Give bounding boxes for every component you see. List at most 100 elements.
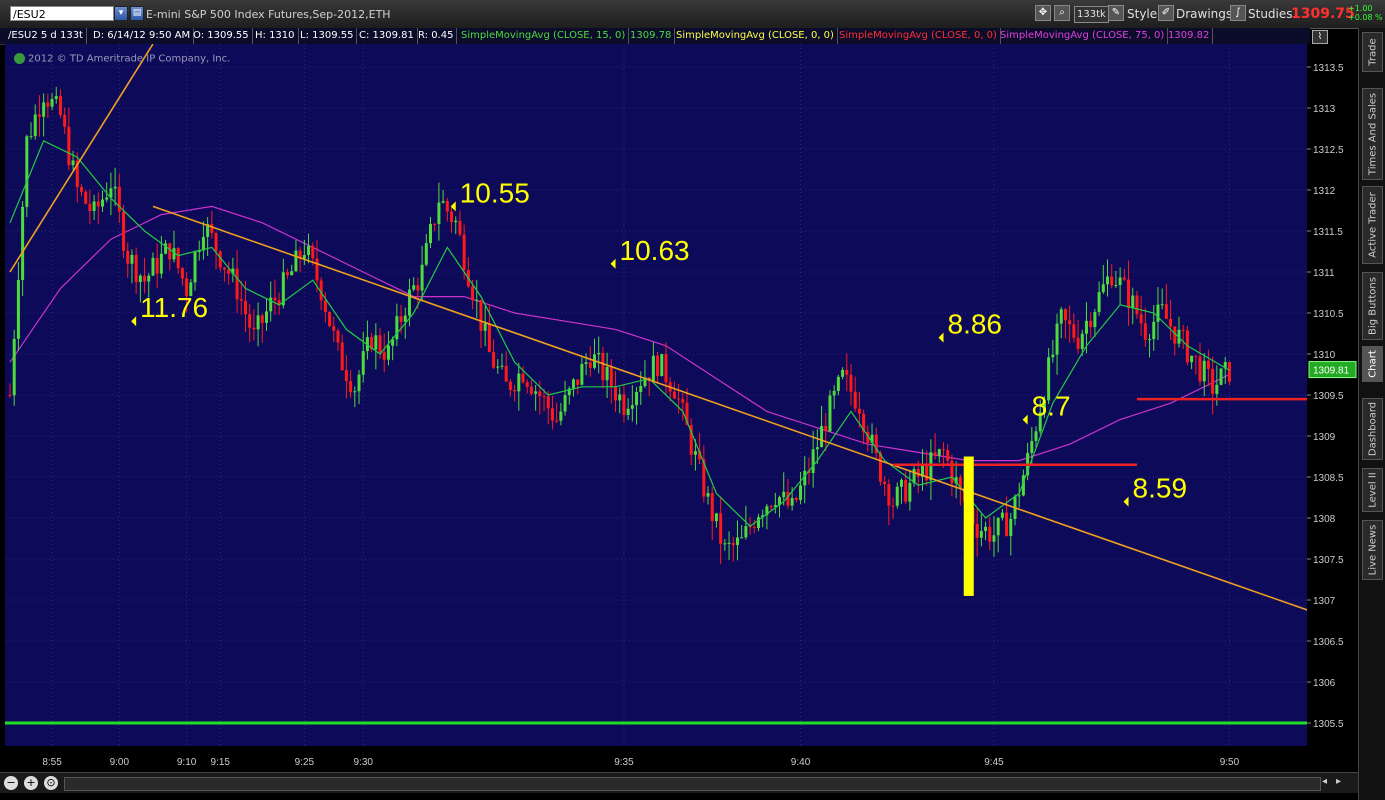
time-tick-label: 9:10 (177, 757, 197, 768)
time-tick-label: 9:35 (614, 757, 634, 768)
candle-body (559, 411, 563, 421)
candle-body (475, 299, 479, 301)
candle-body (1131, 295, 1135, 309)
candle-body (151, 257, 155, 276)
sidebar-tab-chart[interactable]: Chart (1362, 346, 1383, 382)
trendline-up (9, 44, 154, 273)
candle-body (836, 376, 840, 391)
candle-body (727, 542, 731, 544)
annotation-label: 10.55 (460, 177, 530, 208)
candle-body (1206, 360, 1210, 369)
annotation-label: 8.59 (1133, 473, 1188, 504)
candle-body (79, 187, 83, 192)
candle-body (693, 451, 697, 455)
candle-body (1101, 284, 1105, 293)
sidebar-tab-active-trader[interactable]: Active Trader (1362, 186, 1383, 264)
candle-body (1089, 320, 1093, 328)
candle-body (546, 396, 550, 409)
candle-body (740, 537, 744, 539)
candle-body (344, 370, 348, 382)
candle-body (210, 224, 214, 233)
candle-body (462, 234, 466, 270)
price-tick-label: 1313.5 (1313, 63, 1344, 74)
time-tick-label: 9:15 (211, 757, 231, 768)
sidebar-tab-dashboard[interactable]: Dashboard (1362, 398, 1383, 460)
sidebar-tab-times-and-sales[interactable]: Times And Sales (1362, 88, 1383, 180)
candle-body (937, 449, 941, 456)
candle-body (294, 250, 298, 272)
candle-body (63, 114, 67, 127)
candle-body (992, 535, 996, 542)
candle-body (134, 254, 138, 283)
candle-body (601, 352, 605, 381)
sidebar-tab-live-news[interactable]: Live News (1362, 520, 1383, 580)
candle-body (407, 289, 411, 316)
candle-body (67, 126, 71, 166)
candle-body (1072, 324, 1076, 338)
candle-body (513, 390, 517, 392)
annotation-arrow-icon (131, 316, 137, 327)
candle-body (664, 354, 668, 383)
sidebar-tab-big-buttons[interactable]: Big Buttons (1362, 272, 1383, 340)
time-tick-label: 9:40 (791, 757, 811, 768)
candle-body (790, 498, 794, 506)
sidebar-tab-level-ii[interactable]: Level II (1362, 468, 1383, 512)
candle-body (651, 355, 655, 381)
candle-body (1034, 431, 1038, 441)
candle-body (656, 355, 660, 377)
candle-body (307, 245, 311, 256)
candle-body (458, 220, 462, 235)
price-tick-label: 1311.5 (1313, 227, 1343, 238)
candle-body (639, 386, 643, 392)
highlight-bar (963, 456, 974, 596)
drawings-layer (5, 44, 1307, 725)
candle-body (378, 335, 382, 353)
candle-body (214, 232, 218, 252)
candle-body (1059, 309, 1063, 324)
copyright-notice: 2012 © TD Ameritrade IP Company, Inc. (14, 53, 230, 65)
candle-body (492, 351, 496, 368)
candle-body (12, 338, 16, 396)
chart-scrollbar[interactable]: − + ⊙ ◂ ▸ (0, 772, 1358, 793)
candle-body (88, 203, 92, 211)
candle-body (239, 299, 243, 301)
candle-body (1068, 320, 1072, 325)
zoom-in-icon[interactable]: + (24, 776, 38, 790)
candle-body (58, 96, 62, 115)
price-chart[interactable]: 11.7610.5510.638.868.78.59 1305.51306130… (0, 0, 1358, 772)
zoom-reset-icon[interactable]: ⊙ (44, 776, 58, 790)
candle-body (1106, 276, 1110, 285)
candle-body (168, 243, 172, 260)
candle-body (824, 425, 828, 432)
price-tick-label: 1312 (1313, 186, 1336, 197)
candle-body (105, 197, 109, 200)
sidebar-tab-label: Big Buttons (1367, 277, 1378, 335)
scroll-right-icon[interactable]: ▸ (1336, 776, 1348, 790)
zoom-out-icon[interactable]: − (4, 776, 18, 790)
price-axis-ticks: 1305.5 1306 1306.5 1307 1307.5 1308 1308.5 1309… (1307, 63, 1357, 730)
time-tick-label: 9:50 (1220, 757, 1240, 768)
candle-body (508, 381, 512, 391)
candle-body (357, 374, 361, 392)
candle-body (437, 202, 441, 224)
candle-body (891, 505, 895, 507)
candle-body (521, 373, 525, 383)
time-tick-label: 9:30 (353, 757, 373, 768)
scroll-left-icon[interactable]: ◂ (1322, 776, 1334, 790)
candle-body (1152, 321, 1156, 340)
price-tick-label: 1305.5 (1313, 719, 1344, 730)
candle-body (1148, 339, 1152, 341)
candle-body (782, 491, 786, 498)
scroll-track[interactable] (64, 777, 1321, 791)
time-tick-label: 9:45 (984, 757, 1004, 768)
candle-body (479, 299, 483, 331)
candle-body (849, 374, 853, 392)
candle-body (504, 365, 508, 382)
candle-body (878, 453, 882, 482)
candle-body (1181, 329, 1185, 331)
candle-body (630, 405, 634, 409)
candle-body (845, 369, 849, 375)
candle-body (328, 311, 332, 327)
sidebar-tab-trade[interactable]: Trade (1362, 32, 1383, 72)
candle-body (769, 506, 773, 508)
